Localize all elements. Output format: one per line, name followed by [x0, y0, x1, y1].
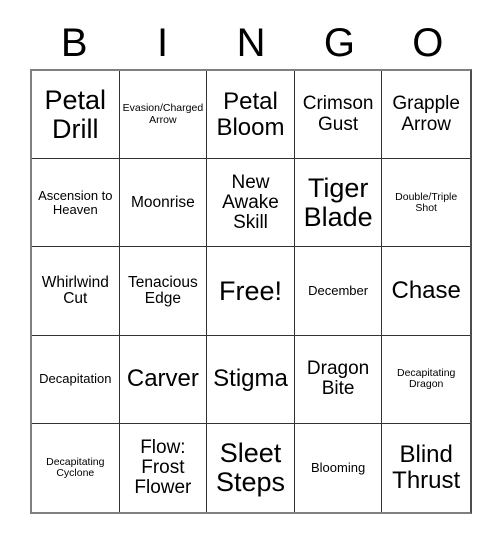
header-letter-i: I — [157, 20, 169, 65]
bingo-cell-label: Decapitating Dragon — [397, 367, 456, 391]
bingo-header: B I N G O — [30, 16, 472, 69]
bingo-cell-r5c3[interactable]: Sleet Steps — [207, 423, 295, 512]
bingo-cell-label: Blooming — [310, 460, 366, 475]
bingo-cell-free-space[interactable]: Free! — [207, 247, 295, 336]
bingo-cell-r1c2[interactable]: Evasion/Charged Arrow — [119, 71, 208, 160]
bingo-cell-label: Moonrise — [131, 193, 195, 211]
bingo-cell-r5c2[interactable]: Flow: Frost Flower — [119, 423, 208, 512]
bingo-cell-r1c4[interactable]: Crimson Gust — [294, 71, 383, 160]
bingo-cell-r2c2[interactable]: Moonrise — [119, 159, 208, 248]
bingo-cell-r2c1[interactable]: Ascension to Heaven — [32, 159, 120, 248]
bingo-cell-label: Petal Drill — [44, 84, 107, 144]
bingo-cell-r1c1[interactable]: Petal Drill — [32, 71, 120, 160]
bingo-cell-r2c5[interactable]: Double/Triple Shot — [382, 159, 470, 248]
bingo-cell-label: Stigma — [213, 365, 288, 393]
bingo-grid: Petal Drill Evasion/Charged Arrow Petal … — [30, 69, 472, 514]
bingo-cell-label: Decapitating Cyclone — [46, 455, 105, 479]
bingo-cell-label: Grapple Arrow — [392, 93, 460, 135]
bingo-cell-r4c3[interactable]: Stigma — [207, 335, 295, 424]
bingo-cell-label: Decapitation — [39, 371, 112, 387]
bingo-card: B I N G O Petal Drill Evasion/Charged Ar… — [0, 0, 500, 544]
bingo-cell-label: Petal Bloom — [216, 88, 285, 141]
bingo-cell-label: Double/Triple Shot — [395, 190, 458, 214]
bingo-cell-r1c5[interactable]: Grapple Arrow — [382, 71, 470, 160]
bingo-cell-label: Whirlwind Cut — [41, 273, 109, 307]
bingo-cell-label: Crimson Gust — [302, 93, 374, 135]
bingo-cell-label: Chase — [391, 277, 461, 305]
bingo-free-space-label: Free! — [218, 275, 282, 306]
bingo-cell-r5c5[interactable]: Blind Thrust — [382, 423, 470, 512]
bingo-cell-label: Tenacious Edge — [127, 273, 198, 307]
bingo-cell-r3c4[interactable]: December — [294, 247, 383, 336]
header-letter-n: N — [236, 20, 266, 65]
bingo-cell-r3c2[interactable]: Tenacious Edge — [119, 247, 208, 336]
bingo-cell-r3c5[interactable]: Chase — [382, 247, 470, 336]
bingo-cell-r4c4[interactable]: Dragon Bite — [294, 335, 383, 424]
bingo-cell-label: Blind Thrust — [392, 441, 461, 494]
bingo-cell-r4c1[interactable]: Decapitation — [32, 335, 120, 424]
header-letter-g: G — [323, 20, 355, 65]
bingo-cell-r5c4[interactable]: Blooming — [294, 423, 383, 512]
bingo-cell-label: Dragon Bite — [306, 358, 370, 400]
bingo-cell-r1c3[interactable]: Petal Bloom — [207, 71, 295, 160]
bingo-cell-label: Sleet Steps — [215, 438, 286, 497]
bingo-cell-label: Carver — [126, 365, 199, 393]
bingo-cell-r2c4[interactable]: Tiger Blade — [294, 159, 383, 248]
bingo-cell-r5c1[interactable]: Decapitating Cyclone — [32, 423, 120, 512]
header-letter-b: B — [60, 20, 88, 65]
bingo-cell-label: Evasion/Charged Arrow — [122, 102, 204, 126]
bingo-cell-r3c1[interactable]: Whirlwind Cut — [32, 247, 120, 336]
bingo-cell-label: Flow: Frost Flower — [134, 436, 192, 498]
bingo-cell-r2c3[interactable]: New Awake Skill — [207, 159, 295, 248]
header-letter-o: O — [412, 20, 444, 65]
bingo-cell-label: Tiger Blade — [303, 173, 373, 232]
bingo-cell-r4c5[interactable]: Decapitating Dragon — [382, 335, 470, 424]
bingo-cell-label: New Awake Skill — [222, 171, 279, 233]
bingo-cell-label: December — [308, 283, 369, 299]
bingo-cell-r4c2[interactable]: Carver — [119, 335, 208, 424]
bingo-cell-label: Ascension to Heaven — [38, 188, 113, 217]
